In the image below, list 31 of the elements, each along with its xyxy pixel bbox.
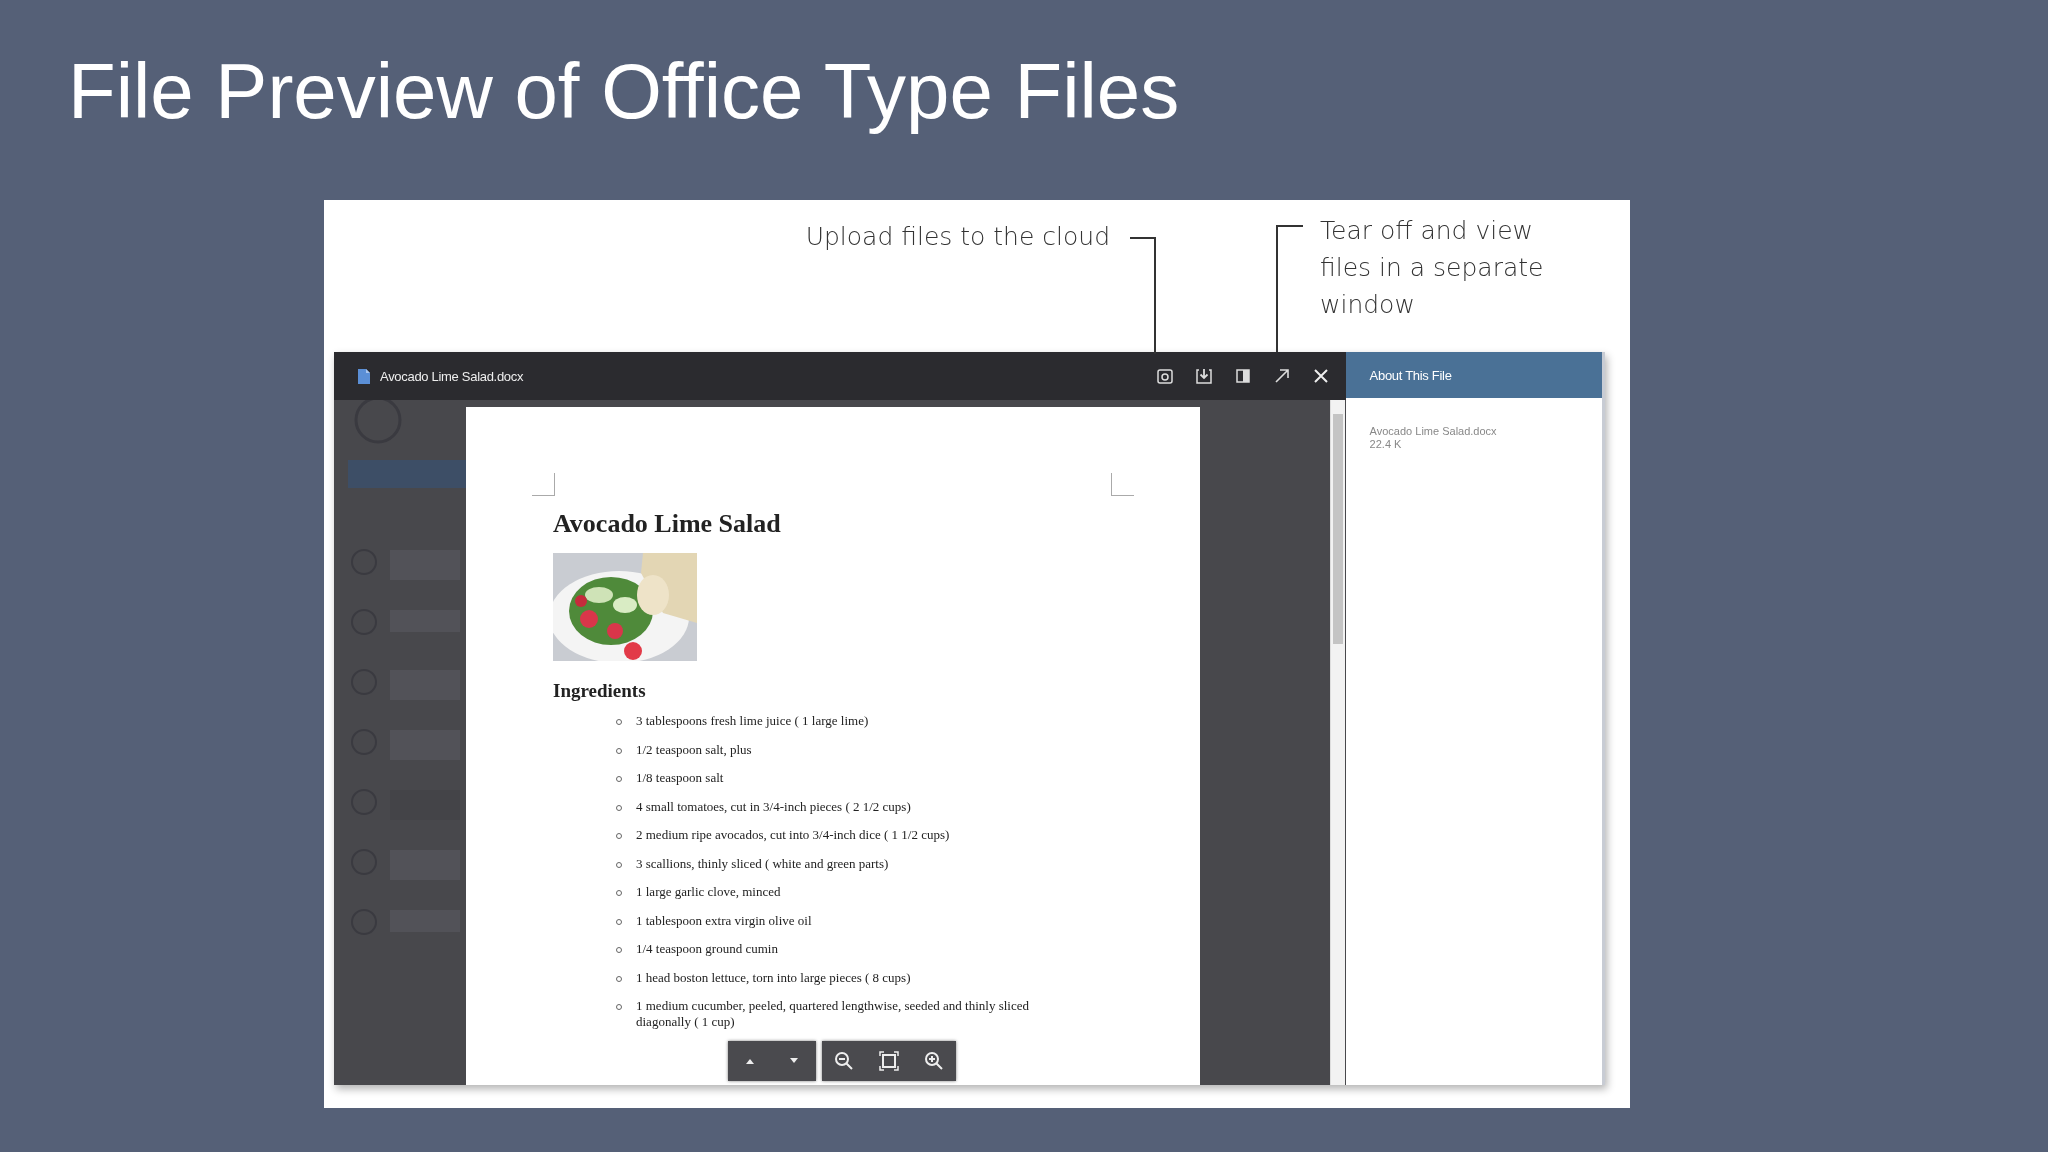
file-name-text: Avocado Lime Salad.docx	[1369, 425, 1498, 438]
download-icon[interactable]	[1194, 367, 1213, 385]
annotation-text: Upload files to the cloud	[805, 221, 1110, 253]
upload-icon[interactable]	[1155, 367, 1174, 385]
file-title: Avocado Lime Salad.docx	[380, 368, 524, 384]
document-heading: Avocado Lime Salad	[553, 509, 782, 539]
ingredient-text: 4 small tomatoes, cut in 3/4-inch pieces ( 2 1/2 cups)	[636, 798, 912, 815]
annotation-text: Tear off and view files in a separate window	[1320, 215, 1545, 321]
scrollbar-thumb[interactable]	[1333, 414, 1343, 644]
panel-header: About This File	[1345, 352, 1602, 398]
slide-title: File Preview of Office Type Files	[67, 46, 1180, 137]
ingredient-text: 1/2 teaspoon salt, plus	[636, 741, 753, 758]
scrollbar[interactable]	[1330, 400, 1345, 1085]
zoom-in-icon[interactable]	[922, 1050, 945, 1072]
ingredient-text: 3 tablespoons fresh lime juice ( 1 large lime)	[636, 713, 870, 729]
crop-mark-icon	[532, 473, 555, 496]
ingredient-text: 3 scallions, thinly sliced ( white and green parts)	[636, 855, 890, 872]
ingredient-text: 1 large garlic clove, minced	[636, 884, 782, 900]
ingredient-text: 1/8 teaspoon salt	[636, 770, 725, 786]
panel-icon[interactable]	[1233, 367, 1252, 385]
ingredient-text: 1 head boston lettuce, torn into large pieces ( 8 cups)	[636, 969, 912, 986]
ingredient-text: 2 medium ripe avocados, cut into 3/4-inch dice ( 1 1/2 cups)	[636, 827, 951, 843]
ingredient-text: 1 tablespoon extra virgin olive oil	[636, 912, 813, 929]
ingredient-text: 1/4 teaspoon ground cumin	[636, 941, 779, 957]
document-subheading: Ingredients	[553, 679, 647, 703]
ingredient-text: 1 medium cucumber, peeled, quartered lengthwise, seeded and thinly sliced diagonally ( 1 cup)	[636, 998, 1030, 1030]
crop-mark-icon	[1111, 473, 1134, 496]
document-icon	[358, 368, 370, 384]
fit-to-page-icon[interactable]	[878, 1050, 900, 1072]
close-icon[interactable]	[1311, 367, 1330, 385]
file-size-text: 22.4 K	[1369, 438, 1403, 451]
